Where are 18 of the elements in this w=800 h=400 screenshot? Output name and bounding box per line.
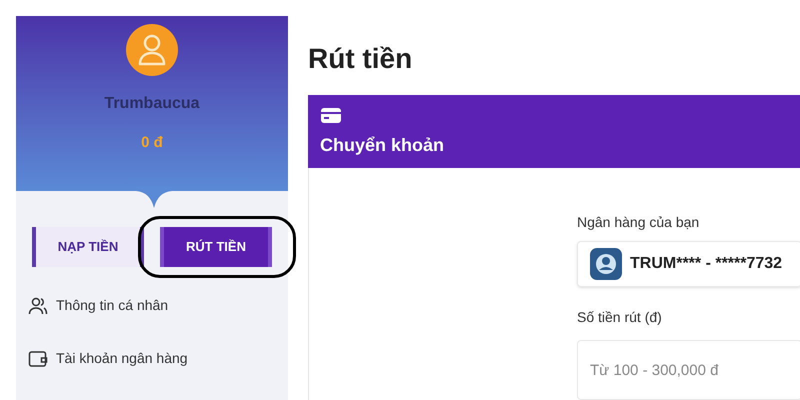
wallet-icon	[28, 348, 48, 368]
amount-field[interactable]: Từ 100 - 300,000 đ	[577, 340, 800, 400]
balance: 0 đ	[141, 133, 163, 153]
menu-item[interactable]: Thông tin cá nhân	[56, 295, 168, 316]
people-icon	[28, 296, 48, 316]
action-tab[interactable]: RÚT TIỀN	[160, 227, 272, 267]
amount-label: Số tiền rút (đ)	[577, 308, 663, 327]
menu-item[interactable]: Tài khoản ngân hàng	[56, 348, 188, 369]
bank-label: Ngân hàng của bạn	[577, 213, 700, 232]
username: Trumbaucua	[104, 94, 200, 114]
card-icon	[320, 107, 342, 124]
avatar-icon	[126, 24, 178, 76]
page-title: Rút tiền	[308, 42, 414, 76]
method-title: Chuyển khoản	[320, 134, 446, 157]
bank-select[interactable]: TRUM**** - *****7732	[577, 241, 800, 287]
bank-account: TRUM**** - *****7732	[630, 254, 782, 274]
action-tab[interactable]: NẠP TIỀN	[32, 227, 144, 267]
bank-logo-icon	[590, 248, 622, 280]
